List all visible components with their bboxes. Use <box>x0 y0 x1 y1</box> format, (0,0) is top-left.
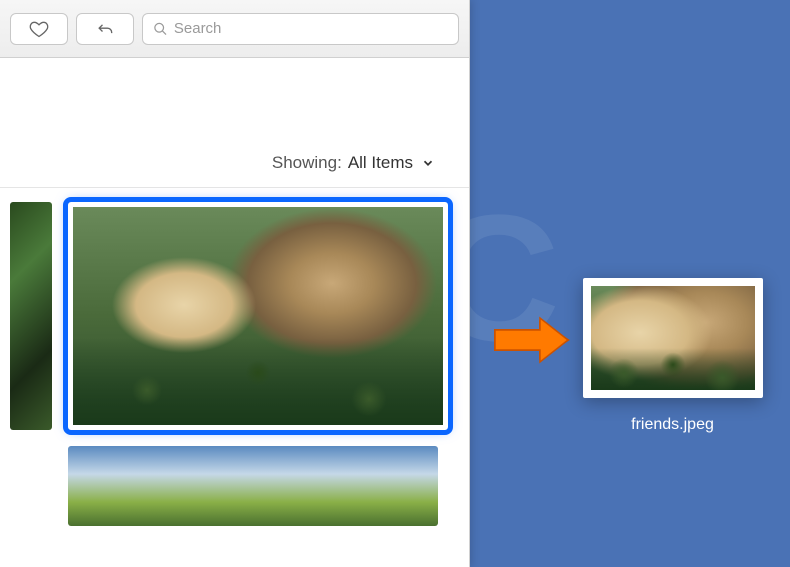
share-icon <box>95 19 115 39</box>
search-icon <box>153 21 168 37</box>
finder-window: Showing: All Items <box>0 0 470 567</box>
desktop-thumbnail <box>583 278 763 398</box>
filter-value: All Items <box>348 153 413 173</box>
heart-icon <box>29 19 49 39</box>
share-button[interactable] <box>76 13 134 45</box>
thumbnail-item-selected[interactable] <box>68 202 448 430</box>
chevron-down-icon <box>421 156 435 170</box>
thumbnail-item[interactable] <box>68 446 438 526</box>
pets-image <box>73 207 443 425</box>
filter-bar: Showing: All Items <box>0 58 469 188</box>
thumbnail-grid <box>0 188 469 540</box>
filter-label-text: Showing: <box>272 153 342 173</box>
desktop-file-icon[interactable]: friends.jpeg <box>580 278 765 434</box>
file-name-label: friends.jpeg <box>631 416 714 434</box>
drag-arrow <box>490 310 570 370</box>
search-input[interactable] <box>174 20 448 37</box>
favorite-button[interactable] <box>10 13 68 45</box>
thumbnail-item[interactable] <box>10 202 52 430</box>
search-box[interactable] <box>142 13 459 45</box>
pets-image-small <box>591 286 755 390</box>
toolbar <box>0 0 469 58</box>
filter-dropdown[interactable]: Showing: All Items <box>272 153 435 173</box>
